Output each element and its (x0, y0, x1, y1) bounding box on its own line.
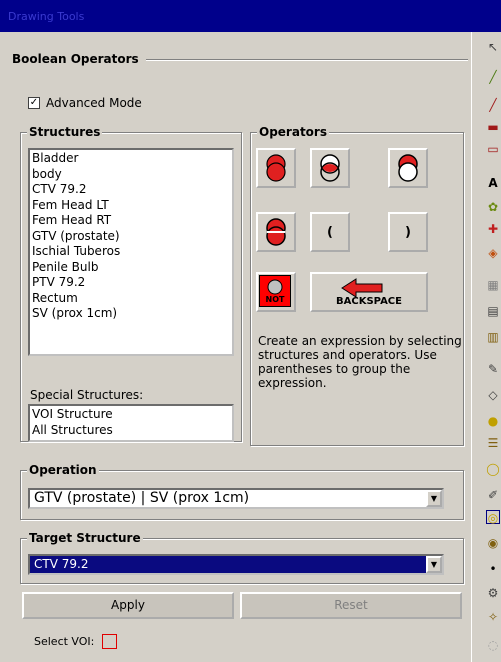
backspace-label: BACKSPACE (336, 296, 402, 307)
list-item[interactable]: GTV (prostate) (32, 229, 230, 245)
voi-rectangle-icon[interactable] (102, 634, 118, 649)
extra-icon[interactable]: ◌ (486, 638, 500, 652)
close-paren-button[interactable]: ) (388, 212, 428, 252)
right-toolbar: ↖ ╱ ╱ ▬ ▭ A ✿ ✚ ◈ ▦ ▤ ▥ ✎ ◇ ● ☰ ◯ ✐ ◎ ◉ … (471, 32, 501, 662)
operation-select[interactable]: GTV (prostate) | SV (prox 1cm) ▼ (28, 488, 444, 509)
intersection-icon (320, 154, 340, 182)
arrow-icon[interactable]: ↖ (486, 40, 500, 54)
list-item[interactable]: All Structures (32, 423, 230, 439)
list-item[interactable]: Rectum (32, 291, 230, 307)
select-voi-row: Select VOI: (34, 634, 118, 649)
boolean-icon[interactable]: ◎ (486, 510, 500, 525)
open-paren-button[interactable]: ( (310, 212, 350, 252)
intersect-red-button[interactable] (256, 148, 296, 188)
reset-button[interactable]: Reset (240, 592, 462, 619)
target-structure-value: CTV 79.2 (34, 557, 89, 571)
advanced-mode-checkbox[interactable]: ✓ (28, 97, 40, 109)
list-icon[interactable]: ☰ (486, 436, 500, 450)
list-item[interactable]: body (32, 167, 230, 183)
eraser-icon[interactable]: ◇ (486, 388, 500, 402)
backspace-button[interactable]: BACKSPACE (310, 272, 428, 312)
difference-button[interactable] (388, 148, 428, 188)
union-button[interactable] (256, 212, 296, 252)
brush-icon[interactable]: ▬ (486, 120, 500, 134)
ring-icon[interactable]: ◯ (486, 462, 500, 476)
list-item[interactable]: Fem Head LT (32, 198, 230, 214)
paint-icon[interactable]: ◈ (486, 246, 500, 260)
special-structures-label: Special Structures: (30, 388, 144, 402)
not-button[interactable]: NOT (256, 272, 296, 312)
operators-help-text: Create an expression by selecting struct… (258, 334, 462, 390)
pencil-icon[interactable]: ✎ (486, 362, 500, 376)
dot-icon[interactable]: ● (486, 414, 500, 428)
line-icon[interactable]: ╱ (486, 70, 500, 84)
target-structure-select[interactable]: CTV 79.2 ▼ (28, 554, 444, 575)
operation-title: Operation (27, 463, 99, 477)
rectangle-icon[interactable]: ▭ (486, 142, 500, 156)
section-title: Boolean Operators (12, 52, 145, 66)
magic-icon[interactable]: ✧ (486, 610, 500, 624)
list-item[interactable]: VOI Structure (32, 407, 230, 423)
list-item[interactable]: SV (prox 1cm) (32, 306, 230, 322)
wand-icon[interactable]: ✐ (486, 488, 500, 502)
structures-list[interactable]: Bladder body CTV 79.2 Fem Head LT Fem He… (28, 148, 234, 356)
select-voi-label: Select VOI: (34, 635, 95, 648)
operation-value: GTV (prostate) | SV (prox 1cm) (34, 490, 250, 506)
text-icon[interactable]: A (486, 176, 500, 190)
intersection-button[interactable] (310, 148, 350, 188)
stack-icon[interactable]: ◉ (486, 536, 500, 550)
list-item[interactable]: Fem Head RT (32, 213, 230, 229)
point-icon[interactable]: • (486, 562, 500, 576)
chevron-down-icon[interactable]: ▼ (426, 490, 442, 507)
pen-icon[interactable]: ╱ (486, 98, 500, 112)
union-icon (266, 218, 286, 246)
target-structure-title: Target Structure (27, 531, 143, 545)
section-divider (146, 59, 468, 61)
operators-title: Operators (257, 125, 329, 139)
list-item[interactable]: PTV 79.2 (32, 275, 230, 291)
advanced-mode-label: Advanced Mode (46, 96, 142, 110)
special-structures-list[interactable]: VOI Structure All Structures (28, 404, 234, 442)
ruler-icon[interactable]: ▤ (486, 304, 500, 318)
chevron-down-icon[interactable]: ▼ (426, 556, 442, 573)
structures-title: Structures (27, 125, 103, 139)
boolean-panel: Boolean Operators ✓ Advanced Mode Struct… (0, 32, 471, 662)
nudge-icon[interactable]: ✚ (486, 222, 500, 236)
settings-icon[interactable]: ⚙ (486, 586, 500, 600)
list-item[interactable]: Ischial Tuberos (32, 244, 230, 260)
leaf-icon[interactable]: ✿ (486, 200, 500, 214)
list-item[interactable]: Bladder (32, 151, 230, 167)
window-title: Drawing Tools (8, 10, 85, 23)
advanced-mode-row[interactable]: ✓ Advanced Mode (28, 96, 142, 110)
not-label: NOT (265, 295, 285, 304)
overlap-red-icon (266, 154, 286, 182)
difference-icon (398, 154, 418, 182)
list-item[interactable]: Penile Bulb (32, 260, 230, 276)
grid-icon[interactable]: ▦ (486, 278, 500, 292)
apply-button[interactable]: Apply (22, 592, 234, 619)
not-icon: NOT (259, 275, 291, 307)
title-bar: Drawing Tools (0, 0, 501, 32)
structure-icon[interactable]: ▥ (486, 330, 500, 344)
list-item[interactable]: CTV 79.2 (32, 182, 230, 198)
